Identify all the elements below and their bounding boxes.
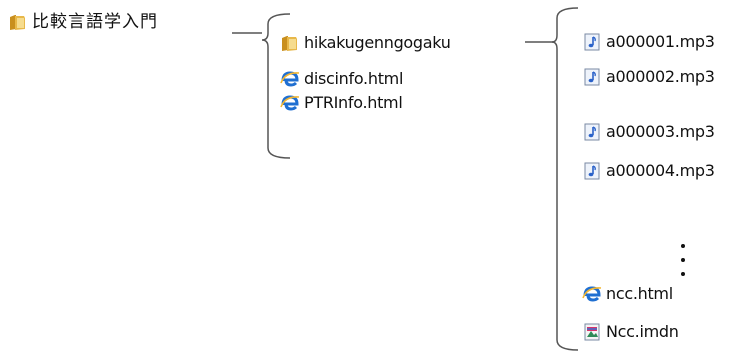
root-folder[interactable]: 比較言語学入門 bbox=[8, 10, 158, 34]
file-label: a000004.mp3 bbox=[606, 161, 715, 180]
audio-file-icon bbox=[582, 67, 602, 87]
level1-folder-label: hikakugenngogaku bbox=[304, 33, 451, 52]
file-label: PTRInfo.html bbox=[304, 93, 403, 112]
file-discinfo-html[interactable]: discinfo.html bbox=[280, 67, 403, 91]
file-ptrinfo-html[interactable]: PTRInfo.html bbox=[280, 91, 403, 115]
level1-folder[interactable]: hikakugenngogaku bbox=[280, 31, 451, 55]
file-label: a000003.mp3 bbox=[606, 122, 715, 141]
file-a000002-mp3[interactable]: a000002.mp3 bbox=[582, 65, 715, 89]
file-label: a000001.mp3 bbox=[606, 32, 715, 51]
file-ncc-imdn[interactable]: Ncc.imdn bbox=[582, 320, 679, 344]
file-label: ncc.html bbox=[606, 284, 673, 303]
file-a000004-mp3[interactable]: a000004.mp3 bbox=[582, 159, 715, 183]
image-file-icon bbox=[582, 322, 602, 342]
file-a000003-mp3[interactable]: a000003.mp3 bbox=[582, 120, 715, 144]
folder-icon bbox=[8, 12, 28, 32]
file-label: discinfo.html bbox=[304, 69, 404, 88]
folder-icon bbox=[280, 33, 300, 53]
ie-html-icon bbox=[582, 284, 602, 304]
file-label: a000002.mp3 bbox=[606, 67, 715, 86]
vertical-ellipsis bbox=[680, 240, 688, 280]
audio-file-icon bbox=[582, 122, 602, 142]
root-folder-label: 比較言語学入門 bbox=[32, 12, 158, 32]
audio-file-icon bbox=[582, 32, 602, 52]
ie-html-icon bbox=[280, 93, 300, 113]
level2-brace bbox=[551, 7, 579, 351]
file-label: Ncc.imdn bbox=[606, 322, 679, 341]
file-ncc-html[interactable]: ncc.html bbox=[582, 282, 673, 306]
ie-html-icon bbox=[280, 69, 300, 89]
file-a000001-mp3[interactable]: a000001.mp3 bbox=[582, 30, 715, 54]
audio-file-icon bbox=[582, 161, 602, 181]
